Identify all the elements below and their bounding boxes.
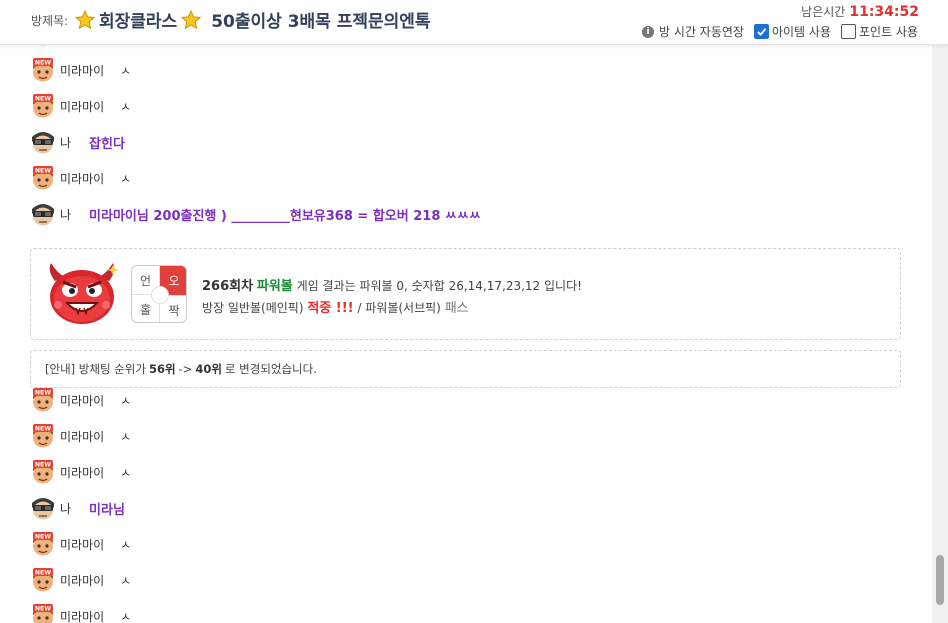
chat-nickname[interactable]: 미라마이 — [60, 464, 104, 481]
odd-even-grid: 언 오 홀 짝 — [131, 265, 187, 323]
chat-row: NEW 미라마이 ㅅ — [30, 566, 131, 594]
remaining-time: 남은시간 11:34:52 — [801, 3, 919, 20]
chat-nickname[interactable]: 미라마이 — [60, 608, 104, 623]
chat-nickname[interactable]: 미라마이 — [60, 170, 104, 187]
remaining-time-value: 11:34:52 — [849, 4, 919, 20]
chat-row: NEW 미라마이 ㅅ — [30, 164, 131, 192]
result-pass: 패스 — [444, 301, 469, 316]
chat-row-me: 나 잡힌다 — [30, 128, 125, 156]
rank-notice: [안내] 방채팅 순위가 56위 -> 40위 로 변경되었습니다. — [30, 350, 901, 388]
chat-nickname[interactable]: 나 — [60, 134, 71, 151]
my-avatar-icon[interactable] — [30, 129, 56, 155]
chat-nickname[interactable]: 미라마이 — [60, 392, 104, 409]
result-summary: 게임 결과는 파워볼 0, 숫자합 26,14,17,23,12 입니다! — [296, 279, 582, 293]
info-icon[interactable]: i — [642, 25, 655, 38]
chat-message: ㅅ — [120, 429, 132, 444]
chat-message: ㅅ — [120, 537, 132, 552]
svg-text:NEW: NEW — [35, 390, 51, 397]
notice-suffix: 로 변경되었습니다. — [224, 362, 317, 376]
chat-row: NEW 미라마이 ㅅ — [30, 602, 131, 623]
new-user-avatar-icon[interactable]: NEW — [30, 93, 56, 119]
result-round: 266회차 — [202, 279, 254, 294]
new-user-avatar-icon[interactable]: NEW — [30, 531, 56, 557]
chat-message: ㅅ — [120, 171, 132, 186]
result-game-name: 파워볼 — [256, 279, 293, 294]
notice-to-rank: 40위 — [195, 362, 222, 376]
room-title-label: 방제목: — [31, 14, 69, 28]
svg-text:NEW: NEW — [35, 462, 51, 469]
point-use-label[interactable]: 포인트 사용 — [859, 23, 918, 40]
new-user-avatar-icon[interactable]: NEW — [30, 567, 56, 593]
notice-from-rank: 56위 — [148, 362, 176, 376]
notice-prefix: [안내] 방채팅 순위가 — [45, 362, 146, 376]
chat-scrollbar[interactable] — [932, 45, 948, 623]
game-result-card: 언 오 홀 짝 266회차 파워볼 게임 결과는 파워볼 0, 숫자합 26,1… — [30, 248, 901, 340]
point-use-checkbox[interactable] — [840, 24, 856, 39]
star-icon — [180, 9, 202, 29]
star-icon — [74, 9, 96, 29]
new-user-avatar-icon[interactable]: NEW — [30, 459, 56, 485]
room-title: 회장클라스 50출이상 3배목 프젝문의엔톡 — [74, 7, 431, 32]
result-line-2: 방장 일반볼(메인픽) 적중 !!! / 파워볼(서브픽) 패스 — [202, 297, 469, 316]
new-user-avatar-icon[interactable]: NEW — [30, 57, 56, 83]
new-user-avatar-icon[interactable]: NEW — [30, 603, 56, 623]
chat-nickname[interactable]: 미라마이 — [60, 536, 104, 553]
item-use-label[interactable]: 아이템 사용 — [772, 23, 831, 40]
remaining-time-label: 남은시간 — [801, 5, 846, 19]
new-user-avatar-icon[interactable]: NEW — [30, 387, 56, 413]
chat-row: NEW 미라마이 ㅅ — [30, 530, 131, 558]
result-sub-pick: / 파워볼(서브픽) — [357, 301, 441, 315]
chat-row-me: 나 미라마이님 200출진행 ) _________현보유368 = 합오버 21… — [30, 200, 481, 228]
chat-message: 미라마이님 200출진행 ) _________현보유368 = 합오버 218… — [89, 208, 481, 224]
chat-row-me: 나 미라님 — [30, 494, 125, 522]
chat-message: ㅅ — [120, 393, 132, 408]
svg-text:NEW: NEW — [35, 534, 51, 541]
svg-text:NEW: NEW — [35, 570, 51, 577]
item-use-checkbox[interactable] — [753, 24, 769, 39]
chat-log: NEW미라마이ㅅNEW미라마이ㅅNEW미라마이ㅅ나잡힌다NEW미라마이ㅅ나미라마… — [0, 30, 932, 623]
my-avatar-icon[interactable] — [30, 495, 56, 521]
svg-text:NEW: NEW — [35, 426, 51, 433]
chat-message: ㅅ — [120, 63, 132, 78]
result-main-pick: 방장 일반볼(메인픽) — [202, 301, 304, 315]
chat-nickname[interactable]: 미라마이 — [60, 572, 104, 589]
chat-nickname[interactable]: 나 — [60, 206, 71, 223]
my-avatar-icon[interactable] — [30, 201, 56, 227]
chat-nickname[interactable]: 미라마이 — [60, 428, 104, 445]
chat-header: 방제목: 회장클라스 50출이상 3배목 프젝문의엔톡 남은시간 11:34:52… — [0, 0, 948, 45]
new-user-avatar-icon[interactable]: NEW — [30, 423, 56, 449]
svg-text:NEW: NEW — [35, 606, 51, 613]
devil-mascot-icon — [49, 263, 119, 324]
chat-nickname[interactable]: 미라마이 — [60, 62, 104, 79]
chat-nickname[interactable]: 미라마이 — [60, 98, 104, 115]
chat-row: NEW 미라마이 ㅅ — [30, 422, 131, 450]
chat-message: ㅅ — [120, 609, 132, 623]
auto-extend-label: 방 시간 자동연장 — [659, 25, 744, 39]
chat-message: ㅅ — [120, 465, 132, 480]
chat-row: NEW 미라마이 ㅅ — [30, 386, 131, 414]
chat-message: 잡힌다 — [89, 136, 125, 152]
notice-arrow: -> — [178, 362, 193, 376]
chat-message: ㅅ — [120, 99, 132, 114]
svg-text:NEW: NEW — [35, 60, 51, 67]
svg-text:NEW: NEW — [35, 96, 51, 103]
chat-nickname[interactable]: 나 — [60, 500, 71, 517]
svg-text:NEW: NEW — [35, 168, 51, 175]
chat-row: NEW 미라마이 ㅅ — [30, 458, 131, 486]
room-title-highlight: 회장클라스 — [99, 12, 178, 32]
chat-message: ㅅ — [120, 573, 132, 588]
new-user-avatar-icon[interactable]: NEW — [30, 165, 56, 191]
chat-message: 미라님 — [89, 502, 125, 518]
room-title-text: 50출이상 3배목 프젝문의엔톡 — [211, 12, 431, 32]
chat-row: NEW 미라마이 ㅅ — [30, 56, 131, 84]
result-line-1: 266회차 파워볼 게임 결과는 파워볼 0, 숫자합 26,14,17,23,… — [202, 275, 582, 294]
chat-row: NEW 미라마이 ㅅ — [30, 92, 131, 120]
scroll-thumb[interactable] — [936, 555, 944, 605]
check-icon — [757, 28, 767, 37]
room-options: i 방 시간 자동연장 아이템 사용 포인트 사용 — [642, 23, 918, 40]
result-hit: 적중 !!! — [307, 301, 354, 316]
grid-center-dot — [151, 286, 169, 304]
